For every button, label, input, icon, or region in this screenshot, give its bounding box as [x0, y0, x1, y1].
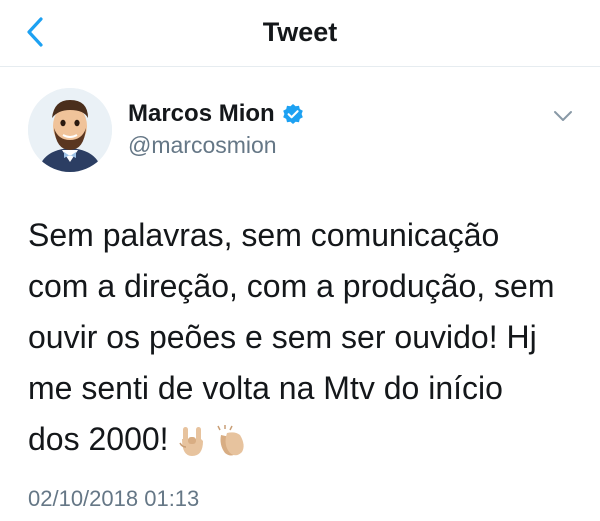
- tweet-body: Sem palavras, sem comunicação com a dire…: [28, 210, 588, 465]
- author-name-row: Marcos Mion: [128, 100, 304, 128]
- sign-of-horns-icon: [178, 426, 203, 456]
- author-handle[interactable]: @marcosmion: [128, 132, 277, 159]
- page-title: Tweet: [262, 17, 338, 47]
- clapping-hands-icon: [216, 424, 244, 456]
- author-name[interactable]: Marcos Mion: [128, 100, 275, 128]
- avatar-illustration: [28, 88, 112, 172]
- avatar[interactable]: [28, 88, 112, 172]
- tweet-text: Sem palavras, sem comunicação com a dire…: [28, 217, 555, 457]
- top-nav-bar: Tweet: [0, 0, 600, 67]
- verified-badge-icon: [282, 103, 304, 125]
- tweet-options-button[interactable]: [552, 108, 574, 124]
- tweet-timestamp: 02/10/2018 01:13: [28, 486, 200, 511]
- tweet-emojis: [177, 424, 249, 459]
- chevron-down-icon: [554, 111, 572, 121]
